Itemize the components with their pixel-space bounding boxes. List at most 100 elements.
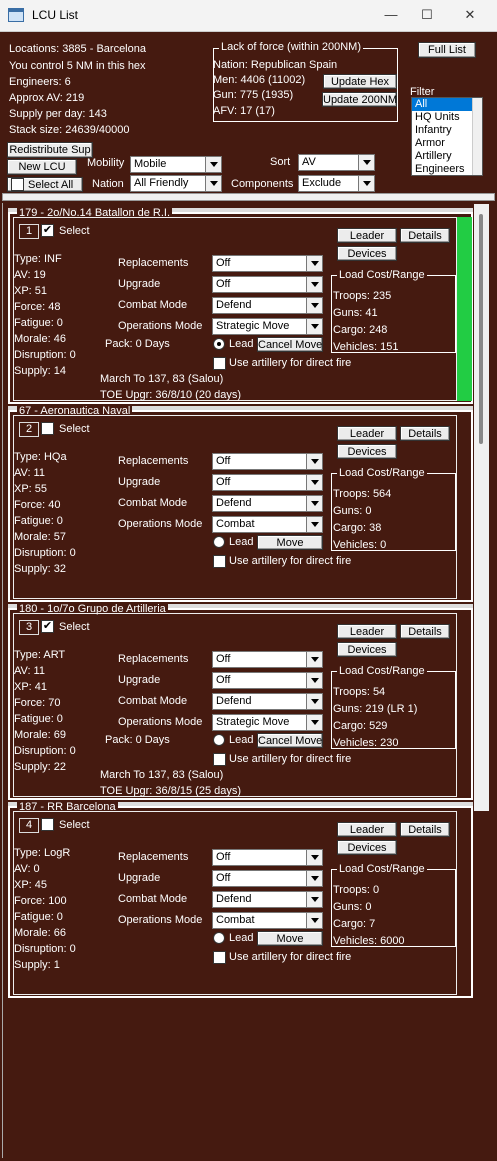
replacements-value: Off (216, 257, 231, 269)
replacements-select[interactable]: Off (212, 255, 323, 272)
chevron-down-icon (205, 157, 221, 172)
operations-mode-select[interactable]: Combat (212, 912, 323, 929)
maximize-button[interactable]: ☐ (409, 5, 445, 27)
operations-mode-select[interactable]: Strategic Move (212, 318, 323, 335)
scrollbar-thumb[interactable] (479, 214, 483, 444)
leader-button[interactable]: Leader (337, 228, 397, 243)
unit-type: Type: HQa (14, 451, 67, 463)
replacements-select[interactable]: Off (212, 651, 323, 668)
load-cargo: Cargo: 38 (333, 522, 382, 534)
details-button[interactable]: Details (400, 426, 450, 441)
lead-radio[interactable] (213, 338, 225, 350)
load-guns: Guns: 0 (333, 505, 372, 517)
use-artillery-checkbox[interactable] (213, 951, 226, 964)
filter-scrollbar[interactable] (472, 98, 482, 175)
unit-supply: Supply: 32 (14, 563, 66, 575)
nation-select[interactable]: All Friendly (130, 175, 222, 192)
unit-select-checkbox[interactable] (41, 818, 54, 831)
devices-button[interactable]: Devices (337, 642, 397, 657)
chevron-down-icon (306, 715, 322, 730)
combat-mode-select[interactable]: Defend (212, 693, 323, 710)
lof-afv: AFV: 17 (17) (213, 105, 275, 117)
chevron-down-icon (306, 913, 322, 928)
upgrade-label: Upgrade (118, 674, 161, 686)
unit-select-checkbox[interactable] (41, 422, 54, 435)
load-cost-title: Load Cost/Range (337, 467, 427, 479)
pack-text: Pack: 0 Days (105, 734, 170, 746)
engineers-text: Engineers: 6 (9, 76, 71, 88)
lead-label: Lead (229, 536, 254, 548)
use-artillery-checkbox[interactable] (213, 555, 226, 568)
select-all-label: Select All (28, 179, 74, 191)
redistribute-supply-button[interactable]: Redistribute Sup (7, 142, 93, 158)
load-cargo: Cargo: 7 (333, 918, 376, 930)
components-label: Components (231, 178, 294, 190)
details-button[interactable]: Details (400, 822, 450, 837)
mobility-select[interactable]: Mobile (130, 156, 222, 173)
select-all-checkbox[interactable] (11, 178, 24, 191)
replacements-select[interactable]: Off (212, 453, 323, 470)
operations-mode-select[interactable]: Strategic Move (212, 714, 323, 731)
unit-supply: Supply: 14 (14, 365, 66, 377)
unit-index: 4 (19, 818, 39, 833)
leader-button[interactable]: Leader (337, 624, 397, 639)
update-hex-button[interactable]: Update Hex (323, 74, 397, 89)
location-text: Locations: 3885 - Barcelona (9, 43, 146, 55)
use-artillery-checkbox[interactable] (213, 357, 226, 370)
combat-mode-select[interactable]: Defend (212, 297, 323, 314)
new-lcu-button[interactable]: New LCU (7, 159, 77, 175)
replacements-select[interactable]: Off (212, 849, 323, 866)
devices-button[interactable]: Devices (337, 246, 397, 261)
upgrade-select[interactable]: Off (212, 276, 323, 293)
components-select[interactable]: Exclude (298, 175, 375, 192)
minimize-button[interactable]: — (373, 5, 409, 27)
unit-select-checkbox[interactable]: ✔ (41, 224, 54, 237)
replacements-value: Off (216, 851, 231, 863)
operations-mode-select[interactable]: Combat (212, 516, 323, 533)
unit-disruption: Disruption: 0 (14, 943, 76, 955)
move-button[interactable]: Cancel Move (257, 337, 323, 352)
load-cost-title: Load Cost/Range (337, 863, 427, 875)
upgrade-select[interactable]: Off (212, 672, 323, 689)
unit-select-checkbox[interactable]: ✔ (41, 620, 54, 633)
lead-radio[interactable] (213, 536, 225, 548)
toe-upgrade-text: TOE Upgr: 36/8/10 (20 days) (100, 389, 242, 401)
move-button[interactable]: Cancel Move (257, 733, 323, 748)
load-vehicles: Vehicles: 0 (333, 539, 387, 551)
unit-list-scrollbar[interactable] (474, 204, 489, 811)
combat-mode-select[interactable]: Defend (212, 495, 323, 512)
move-button[interactable]: Move (257, 931, 323, 946)
load-troops: Troops: 0 (333, 884, 380, 896)
chevron-down-icon (306, 319, 322, 334)
update-200nm-button[interactable]: Update 200NM (322, 92, 397, 107)
header-scrollbar[interactable] (2, 193, 495, 201)
details-button[interactable]: Details (400, 228, 450, 243)
unit-av: AV: 11 (14, 467, 45, 479)
operations-mode-label: Operations Mode (118, 518, 203, 530)
devices-button[interactable]: Devices (337, 444, 397, 459)
upgrade-select[interactable]: Off (212, 870, 323, 887)
chevron-down-icon (358, 155, 374, 170)
chevron-down-icon (306, 298, 322, 313)
move-button[interactable]: Move (257, 535, 323, 550)
leader-button[interactable]: Leader (337, 822, 397, 837)
close-button[interactable]: ✕ (452, 5, 488, 27)
chevron-down-icon (205, 176, 221, 191)
sort-select[interactable]: AV (298, 154, 375, 171)
upgrade-label: Upgrade (118, 872, 161, 884)
unit-type: Type: ART (14, 649, 66, 661)
leader-button[interactable]: Leader (337, 426, 397, 441)
control-text: You control 5 NM in this hex (9, 60, 146, 72)
filter-listbox[interactable]: All HQ Units Infantry Armor Artillery En… (411, 97, 483, 176)
details-button[interactable]: Details (400, 624, 450, 639)
lead-radio[interactable] (213, 734, 225, 746)
devices-button[interactable]: Devices (337, 840, 397, 855)
load-vehicles: Vehicles: 6000 (333, 935, 405, 947)
full-list-button[interactable]: Full List (418, 42, 476, 58)
upgrade-value: Off (216, 872, 231, 884)
unit-av: AV: 0 (14, 863, 40, 875)
upgrade-select[interactable]: Off (212, 474, 323, 491)
use-artillery-checkbox[interactable] (213, 753, 226, 766)
lead-radio[interactable] (213, 932, 225, 944)
combat-mode-select[interactable]: Defend (212, 891, 323, 908)
